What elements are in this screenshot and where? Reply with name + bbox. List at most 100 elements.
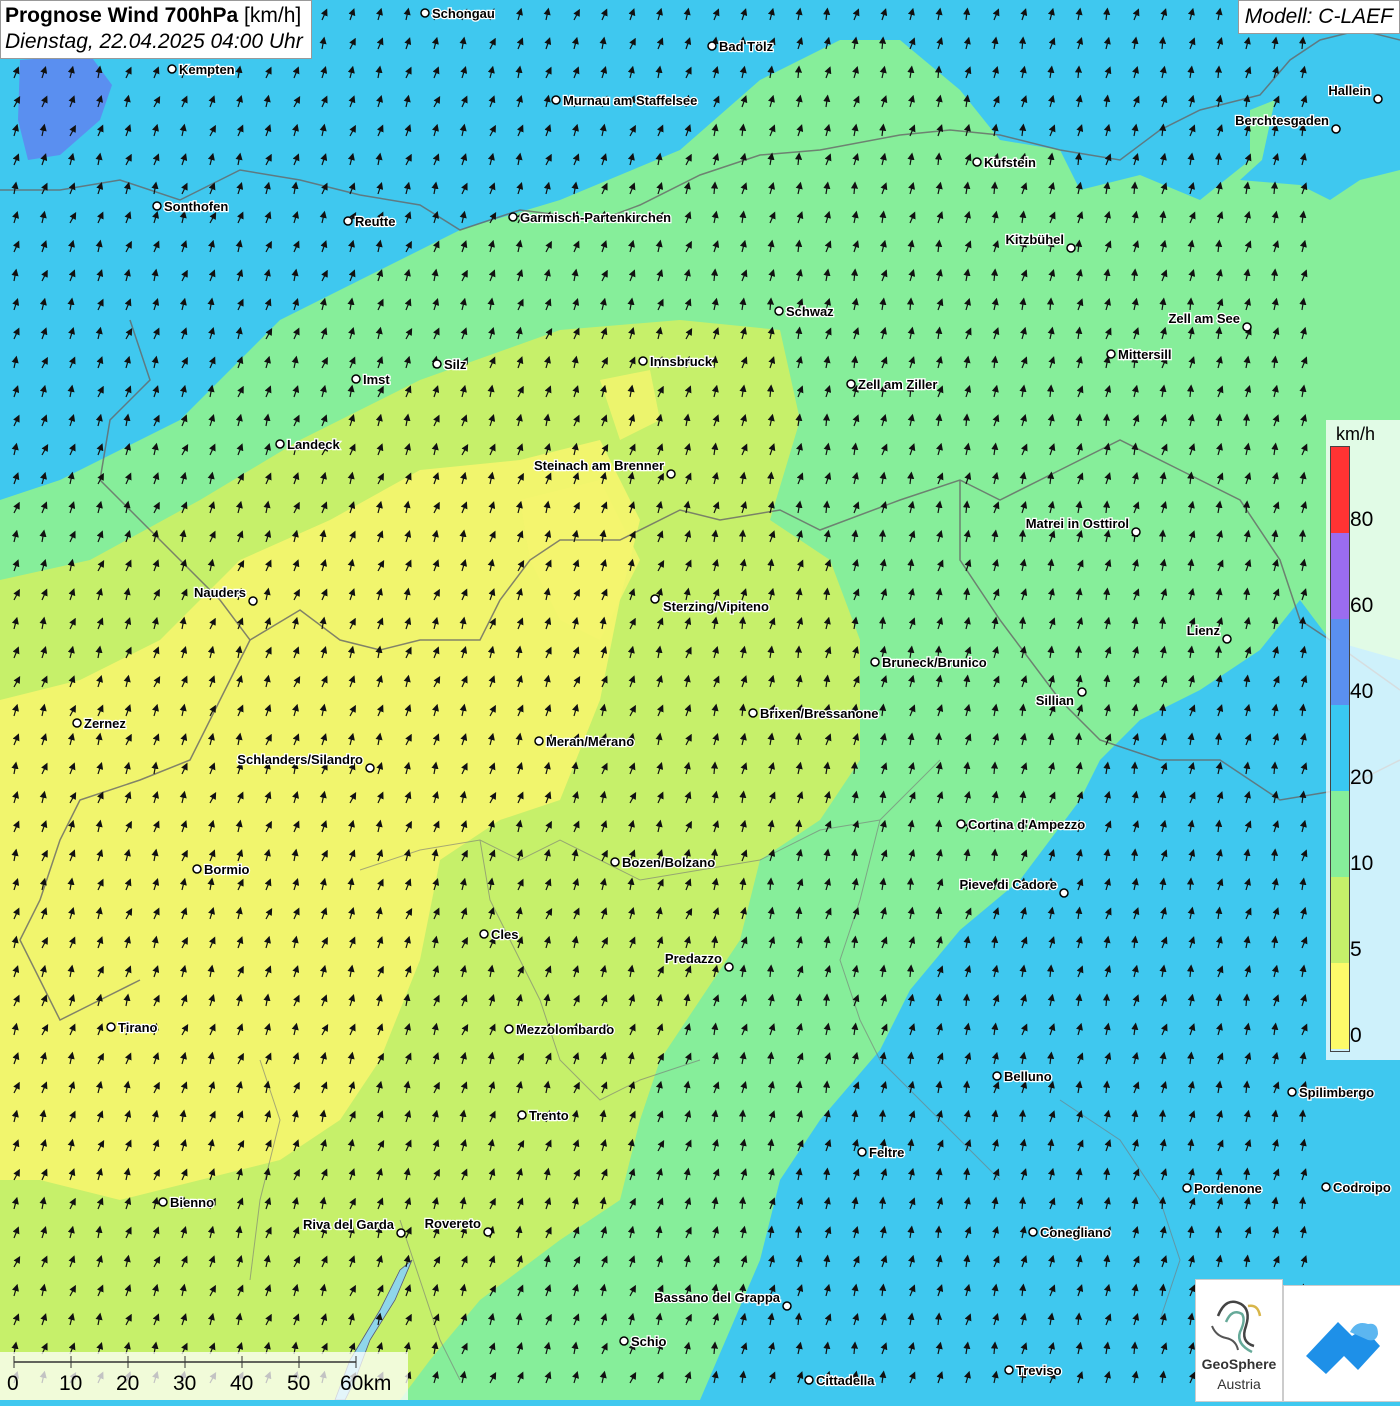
scale-label: 50	[287, 1372, 311, 1395]
city-label: Pieve di Cadore	[959, 877, 1057, 892]
city-label: Mittersill	[1118, 347, 1171, 362]
wind-arrow	[766, 877, 775, 891]
city-marker: Bruneck/Brunico	[870, 654, 988, 671]
city-label: Pordenone	[1194, 1181, 1262, 1196]
city-label: Belluno	[1004, 1069, 1052, 1084]
partner-logo[interactable]	[1283, 1285, 1400, 1402]
forecast-datetime: Dienstag, 22.04.2025 04:00 Uhr	[5, 30, 303, 53]
city-marker: Garmisch-Partenkirchen	[508, 209, 672, 226]
city-marker: Cittadella	[804, 1372, 877, 1389]
geosphere-icon	[1211, 1300, 1262, 1354]
wind-arrow	[906, 877, 915, 891]
legend-bar	[1330, 446, 1350, 1052]
city-dot	[782, 1301, 792, 1311]
legend-label-5: 5	[1350, 938, 1362, 961]
city-label: Spilimbergo	[1299, 1085, 1374, 1100]
city-dot	[1004, 1365, 1014, 1375]
city-label: Kufstein	[984, 155, 1036, 170]
wind-arrow	[1298, 1109, 1307, 1123]
wind-arrow	[766, 297, 775, 311]
scale-bar: 0 10 20 30 40 50 60km	[0, 1352, 408, 1400]
city-label: Innsbruck	[650, 354, 713, 369]
city-label: Cles	[491, 927, 518, 942]
city-dot	[517, 1110, 527, 1120]
legend-seg-10	[1331, 791, 1349, 877]
wind-arrow	[1298, 529, 1307, 543]
wind-arrow	[1186, 877, 1195, 891]
city-label: Garmisch-Partenkirchen	[520, 210, 671, 225]
city-label: Trento	[529, 1108, 569, 1123]
scale-label: 60km	[340, 1372, 392, 1395]
city-label: Bormio	[204, 862, 250, 877]
wind-arrow	[878, 529, 887, 543]
city-label: Sonthofen	[164, 199, 228, 214]
city-dot	[666, 469, 676, 479]
wind-map: Schongau Bad Tölz Kempten Murnau am Staffel…	[0, 0, 1400, 1400]
city-label: Berchtesgaden	[1235, 113, 1329, 128]
city-label: Codroipo	[1333, 1180, 1391, 1195]
city-label: Sterzing/Vipiteno	[663, 599, 769, 614]
city-dot	[351, 374, 361, 384]
city-dot	[748, 708, 758, 718]
city-dot	[158, 1197, 168, 1207]
city-dot	[248, 596, 258, 606]
city-label: Riva del Garda	[303, 1217, 395, 1232]
city-label: Nauders	[194, 585, 246, 600]
city-dot	[1373, 94, 1383, 104]
wind-arrow	[710, 181, 719, 195]
wind-arrow	[1214, 65, 1223, 79]
wind-arrow	[1214, 1225, 1223, 1239]
city-label: Steinach am Brenner	[534, 458, 664, 473]
city-dot	[992, 1071, 1002, 1081]
legend-seg-80	[1331, 447, 1349, 533]
scale-label: 0	[7, 1372, 19, 1395]
wind-arrow	[1186, 297, 1195, 311]
city-dot	[1242, 322, 1252, 332]
legend-label-0: 0	[1350, 1024, 1362, 1047]
wind-arrow	[962, 993, 971, 1007]
city-label: Treviso	[1016, 1363, 1062, 1378]
wind-arrow	[878, 1109, 887, 1123]
city-dot	[1066, 243, 1076, 253]
city-label: Silz	[444, 357, 467, 372]
wind-arrow	[1214, 645, 1223, 659]
city-label: Brixen/Bressanone	[760, 706, 879, 721]
city-label: Cittadella	[816, 1373, 875, 1388]
city-label: Conegliano	[1040, 1225, 1111, 1240]
legend-seg-5	[1331, 877, 1349, 963]
geosphere-logo[interactable]: GeoSphere Austria	[1195, 1279, 1283, 1402]
city-label: Cortina d'Ampezzo	[968, 817, 1085, 832]
city-marker: Sonthofen	[152, 198, 230, 215]
city-label: Murnau am Staffelsee	[563, 93, 697, 108]
wind-arrow	[710, 1341, 719, 1355]
city-marker: Mezzolombardo	[504, 1021, 616, 1038]
city-dot	[972, 157, 982, 167]
scale-label: 40	[230, 1372, 254, 1395]
city-dot	[420, 8, 430, 18]
wind-arrow	[990, 181, 999, 195]
wind-arrow	[850, 181, 859, 195]
city-dot	[724, 962, 734, 972]
city-dot	[1077, 687, 1087, 697]
wind-arrow	[990, 1341, 999, 1355]
legend-seg-0	[1331, 963, 1349, 1049]
city-dot	[504, 1024, 514, 1034]
legend-seg-60	[1331, 533, 1349, 619]
wind-arrow	[1018, 529, 1027, 543]
wind-arrow	[822, 993, 831, 1007]
geosphere-country: Austria	[1217, 1376, 1261, 1392]
city-dot	[846, 379, 856, 389]
scale-label: 30	[173, 1372, 197, 1395]
city-dot	[275, 439, 285, 449]
city-label: Schlanders/Silandro	[237, 752, 363, 767]
city-marker: Cortina d'Ampezzo	[956, 816, 1087, 833]
wind-arrow	[1270, 181, 1279, 195]
wind-arrow	[1074, 645, 1083, 659]
city-label: Feltre	[869, 1145, 904, 1160]
city-dot	[1059, 888, 1069, 898]
wind-arrow	[1158, 529, 1167, 543]
city-label: Hallein	[1328, 83, 1371, 98]
city-label: Schwaz	[786, 304, 834, 319]
city-label: Bruneck/Brunico	[882, 655, 987, 670]
city-marker: Brixen/Bressanone	[748, 705, 880, 722]
